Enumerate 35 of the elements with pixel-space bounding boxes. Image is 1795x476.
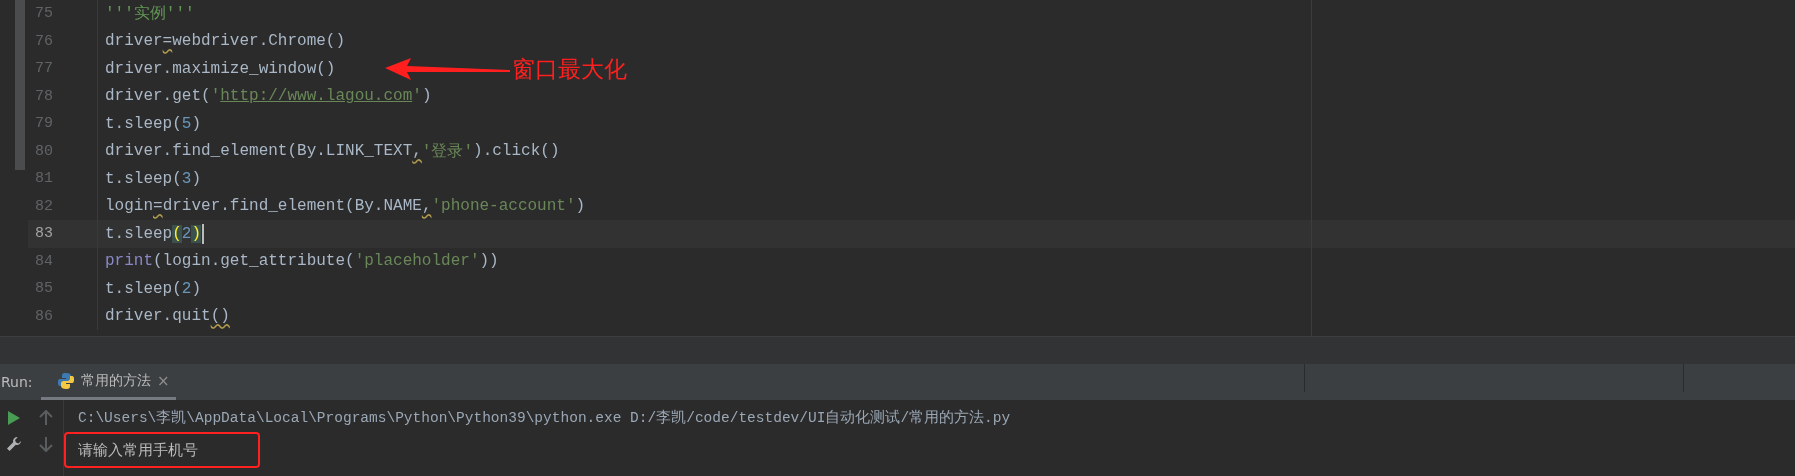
- line-number: 81: [28, 165, 98, 193]
- line-number: 84: [28, 247, 98, 275]
- close-icon[interactable]: ×: [157, 371, 170, 390]
- annotation-label: 窗口最大化: [512, 55, 627, 84]
- python-icon: [57, 371, 75, 390]
- line-number: 83: [28, 220, 98, 248]
- line-number: 78: [28, 82, 98, 110]
- line-number: 79: [28, 110, 98, 138]
- code-line: t.sleep(3): [104, 169, 202, 188]
- code-line: driver.get('http://www.lagou.com'): [104, 87, 432, 106]
- code-line: t.sleep(5): [104, 114, 202, 133]
- line-number: 77: [28, 55, 98, 83]
- run-label: Run:: [0, 374, 34, 390]
- code-line: driver.maximize_window(): [104, 59, 336, 78]
- line-number: 80: [28, 137, 98, 165]
- wrench-icon[interactable]: [6, 436, 22, 452]
- code-line: t.sleep(2): [104, 279, 202, 298]
- scrollbar-thumb[interactable]: [15, 0, 25, 170]
- run-tab[interactable]: 常用的方法 ×: [41, 364, 176, 400]
- up-arrow-icon[interactable]: [38, 410, 53, 426]
- code-line: '''实例''': [104, 4, 195, 25]
- code-editor[interactable]: [0, 0, 1795, 337]
- code-line: login=driver.find_element(By.NAME,'phone-account'): [104, 197, 586, 216]
- code-line: driver=webdriver.Chrome(): [104, 32, 346, 51]
- run-icon[interactable]: [7, 410, 21, 426]
- code-line: driver.quit(): [104, 307, 230, 326]
- code-line: driver.find_element(By.LINK_TEXT,'登录').click(): [104, 141, 560, 162]
- down-arrow-icon[interactable]: [38, 436, 53, 452]
- code-line: t.sleep(2): [98, 223, 205, 244]
- line-number: 75: [28, 0, 98, 28]
- line-number: 85: [28, 275, 98, 303]
- code-line: print(login.get_attribute('placeholder')): [104, 252, 499, 271]
- console-output-line: C:\Users\李凯\AppData\Local\Programs\Python\Python39\python.exe D:/李凯/code/testdev/UI自动化测试/常用的方法.py: [77, 408, 1012, 428]
- line-number: 86: [28, 302, 98, 330]
- line-number: 76: [28, 27, 98, 55]
